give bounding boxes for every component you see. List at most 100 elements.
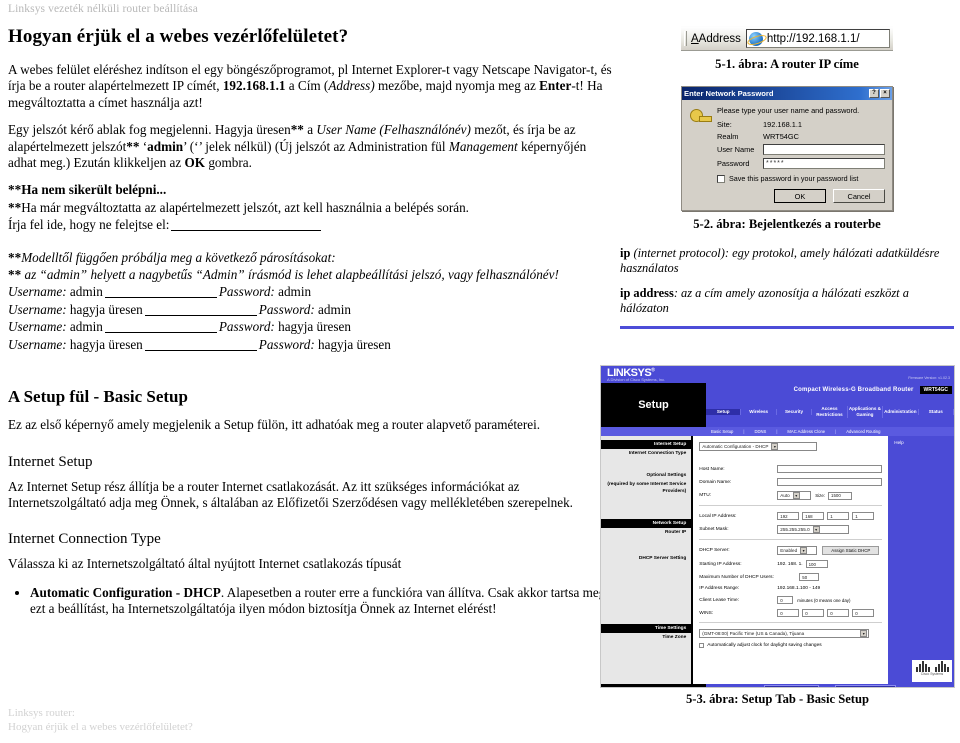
figure-3-caption: 5-3. ábra: Setup Tab - Basic Setup <box>686 692 869 706</box>
router-subtab-bar: Basic Setup | DDNS | MAC Address Clone |… <box>601 427 954 436</box>
ip-range-label: IP Address Range: <box>699 586 740 591</box>
dhcp-server-select[interactable]: Enabled ▾ <box>777 546 818 555</box>
router-form-column: Automatic Configuration - DHCP ▾ Host Na… <box>693 436 889 684</box>
figure-1-caption: 5-1. ábra: A router IP címe <box>715 57 859 71</box>
wins-octet-2[interactable]: 0 <box>802 609 825 617</box>
starting-ip-prefix: 192. 168. 1. <box>777 561 803 567</box>
subtab-mac-address-clone[interactable]: MAC Address Clone <box>787 429 825 434</box>
username-blank-2[interactable] <box>144 314 257 316</box>
subnet-mask-select[interactable]: 255.255.255.0 ▾ <box>777 525 850 534</box>
assign-static-dhcp-button[interactable]: Assign Static DHCP <box>822 546 880 555</box>
username-blank-4[interactable] <box>144 349 257 351</box>
address-field-name: Address) <box>328 78 375 94</box>
login-text-d: ‘ <box>139 138 148 154</box>
dhcp-option-label: Automatic Configuration - DHCP <box>30 584 221 600</box>
router-tab-bar: Setup Wireless Security Access Restricti… <box>706 397 954 427</box>
tab-wireless[interactable]: Wireless <box>741 409 777 415</box>
connection-type-heading: Internet Connection Type <box>8 531 161 548</box>
wins-octet-4[interactable]: 0 <box>852 609 875 617</box>
tab-applications-gaming[interactable]: Applications & Gaming <box>848 406 884 418</box>
intro-text-c: mezőbe, majd nyomja meg az <box>374 78 540 94</box>
mtu-select[interactable]: Auto ▾ <box>777 491 812 500</box>
divider-1 <box>699 505 883 506</box>
subtab-basic-setup[interactable]: Basic Setup <box>711 429 733 434</box>
glossary-term-ip-address: ip address <box>620 286 674 300</box>
write-in-blank[interactable] <box>171 230 322 232</box>
save-settings-button[interactable]: Save Settings <box>764 685 819 687</box>
domain-name-input[interactable] <box>777 478 883 486</box>
site-label: Site: <box>717 120 732 129</box>
host-name-input[interactable] <box>777 465 883 473</box>
help-label[interactable]: Help <box>894 440 903 445</box>
wins-octet-1[interactable]: 0 <box>777 609 800 617</box>
credential-pair-1: Username: admin Password: admin <box>8 284 614 300</box>
max-users-input[interactable]: 50 <box>799 573 820 581</box>
dialog-username-input[interactable] <box>763 144 885 155</box>
router-header: Setup Compact Wireless-G Broadband Route… <box>601 383 954 427</box>
model-note-1: **Modelltől függően próbálja meg a követ… <box>8 250 614 266</box>
browser-address-bar[interactable]: AAddress http://192.168.1.1/ <box>681 26 893 51</box>
close-icon[interactable]: × <box>880 89 890 98</box>
running-footer-line-1: Linksys router: <box>8 707 75 719</box>
help-icon[interactable]: ? <box>869 89 879 98</box>
dhcp-server-value: Enabled <box>780 548 798 553</box>
chevron-down-icon: ▾ <box>771 443 779 450</box>
starting-ip-input[interactable]: 100 <box>805 560 828 568</box>
tab-security[interactable]: Security <box>777 409 813 415</box>
lease-time-input[interactable]: 0 <box>777 596 794 604</box>
wins-octet-3[interactable]: 0 <box>827 609 850 617</box>
lease-time-label: Client Lease Time: <box>699 597 739 603</box>
tab-administration[interactable]: Administration <box>883 409 919 415</box>
management-screen-name: Management <box>448 138 518 154</box>
local-ip-octet-2[interactable]: 168 <box>802 512 825 520</box>
dialog-ok-button[interactable]: OK <box>774 189 826 203</box>
router-admin-screenshot: LINKSYS® A Division of Cisco Systems, In… <box>600 365 955 688</box>
left-text-column: Hogyan érjük el a webes vezérlőfelületet… <box>8 26 614 624</box>
password-label-1: Password: <box>218 284 275 300</box>
mtu-label: MTU: <box>699 493 711 498</box>
troubleshoot-line-1-text: Ha már megváltoztatta az alapértelmezett… <box>21 199 469 215</box>
save-password-checkbox[interactable] <box>717 174 725 183</box>
connection-type-select[interactable]: Automatic Configuration - DHCP ▾ <box>699 442 818 451</box>
local-ip-octet-4[interactable]: 1 <box>852 512 875 520</box>
row-dhcp-server: DHCP Server: Enabled ▾ Assign Static DHC… <box>699 546 882 555</box>
router-footer: Save Settings Cancel Changes <box>601 684 954 687</box>
intro-text-b: a Cím ( <box>285 78 329 94</box>
username-label-4: Username: <box>8 336 67 352</box>
connection-type-list: Automatic Configuration - DHCP. Alapeset… <box>8 585 614 618</box>
local-ip-octet-1[interactable]: 192 <box>777 512 800 520</box>
address-input[interactable]: http://192.168.1.1/ <box>745 29 890 48</box>
username-blank-1[interactable] <box>104 297 217 299</box>
setup-tab-heading: A Setup fül - Basic Setup <box>8 387 188 407</box>
tab-access-restrictions[interactable]: Access Restrictions <box>812 406 848 418</box>
troubleshoot-heading-text: **Ha nem sikerült belépni... <box>8 182 167 198</box>
chevron-down-icon-subnet: ▾ <box>812 526 820 533</box>
figure-password-dialog: Enter Network Password ? × Please type y… <box>620 86 954 211</box>
daylight-saving-checkbox[interactable] <box>699 643 705 648</box>
tab-status[interactable]: Status <box>919 409 954 415</box>
password-value-3: hagyja üresen <box>278 319 351 335</box>
subtab-advanced-routing[interactable]: Advanced Routing <box>846 429 880 434</box>
subtab-ddns[interactable]: DDNS <box>754 429 766 434</box>
local-ip-octet-3[interactable]: 1 <box>827 512 850 520</box>
username-blank-3[interactable] <box>104 332 217 334</box>
label-connection-type: Internet Connection Type <box>628 451 687 456</box>
realm-value: WRT54GC <box>763 132 800 141</box>
mtu-size-input[interactable]: 1500 <box>828 491 853 500</box>
dialog-message: Please type your user name and password. <box>717 106 860 115</box>
row-daylight-saving[interactable]: Automatically adjust clock for daylight … <box>699 643 882 648</box>
dialog-cancel-button[interactable]: Cancel <box>833 189 885 203</box>
product-name: Compact Wireless-G Broadband Router <box>793 387 914 393</box>
time-zone-select[interactable]: (GMT-08:00) Pacific Time (US & Canada), … <box>699 629 870 638</box>
dialog-body: Please type your user name and password.… <box>682 100 892 210</box>
row-starting-ip: Starting IP Address: 192. 168. 1. 100 <box>699 560 882 568</box>
host-name-label: Host Name: <box>699 466 725 472</box>
save-password-row[interactable]: Save this password in your password list <box>717 174 885 183</box>
dialog-password-input[interactable]: ***** <box>763 158 885 169</box>
cancel-changes-button[interactable]: Cancel Changes <box>834 685 896 687</box>
enter-key-label: Enter <box>539 78 572 94</box>
mtu-size-label: Size: <box>815 493 826 498</box>
dialog-password-label: Password <box>717 159 750 168</box>
write-down-text: Írja fel ide, hogy ne felejtse el: <box>8 217 170 233</box>
tab-setup[interactable]: Setup <box>706 409 742 415</box>
